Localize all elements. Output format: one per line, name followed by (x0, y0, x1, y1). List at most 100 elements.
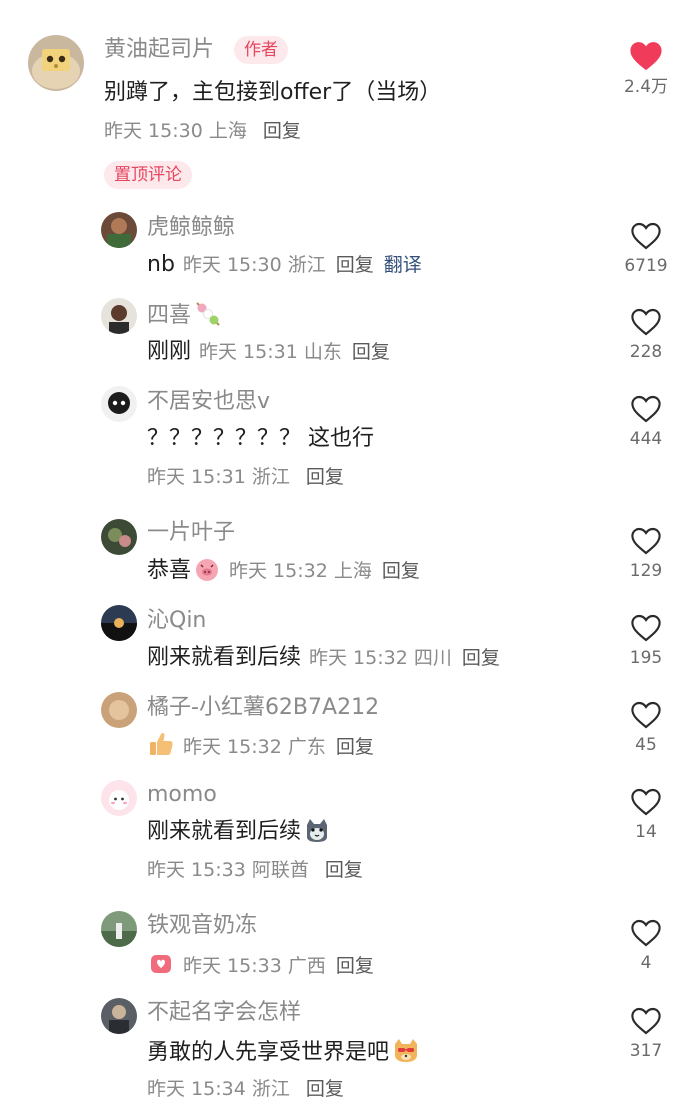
like-count: 2.4万 (623, 77, 669, 97)
reply-button[interactable]: 回复 (462, 647, 500, 669)
comment-text: 刚来就看到后续 (147, 819, 302, 844)
comment-avatar[interactable] (101, 998, 137, 1034)
comment-time: 昨天 15:33 (147, 859, 246, 881)
like-count: 4 (640, 953, 652, 973)
heart-outline-icon (606, 221, 686, 251)
heart-outline-icon (606, 1006, 686, 1036)
comment-username[interactable]: 橘子-小红薯62B7A212 (147, 694, 379, 722)
comment-username[interactable]: 不起名字会怎样 (147, 999, 301, 1027)
like-button[interactable]: 228 (606, 307, 686, 363)
comment-text: 刚刚 (147, 339, 192, 364)
reply-button[interactable]: 回复 (352, 341, 390, 363)
comment-location: 四川 (413, 647, 452, 669)
comment-text: nb (147, 252, 175, 277)
comment-meta: 昨天 15:31 山东 回复 (199, 341, 390, 363)
comment-avatar[interactable] (101, 519, 137, 555)
heart-outline-icon (606, 700, 686, 730)
like-button[interactable]: 444 (606, 394, 686, 450)
like-count: 317 (629, 1041, 663, 1061)
author-avatar[interactable] (28, 35, 84, 91)
comment-username[interactable]: 四喜 (147, 301, 223, 330)
like-button[interactable]: 317 (606, 1006, 686, 1062)
comment-time: 昨天 15:30 (182, 254, 282, 276)
comment-username[interactable]: momo (147, 781, 217, 809)
comment-text-row: 昨天 15:32 广东 回复 (147, 730, 374, 762)
heart-outline-icon (606, 918, 686, 948)
comment-text-row: 刚来就看到后续 (147, 817, 331, 847)
reply-button[interactable]: 回复 (325, 859, 363, 881)
comment-meta: 昨天 15:30 浙江 回复 翻译 (183, 254, 422, 276)
like-button[interactable]: 14 (606, 787, 686, 843)
heart-fist-emoji-icon (147, 949, 175, 977)
comment-username[interactable]: 一片叶子 (147, 519, 235, 547)
like-button[interactable]: 195 (606, 613, 686, 669)
reply-button[interactable]: 回复 (336, 736, 374, 758)
comment-avatar[interactable] (101, 386, 137, 422)
like-count: 6719 (624, 256, 668, 276)
like-count: 444 (629, 429, 663, 449)
comment-text-row: 勇敢的人先享受世界是吧 (147, 1036, 421, 1068)
comment-location: 浙江 (287, 254, 326, 276)
like-button[interactable]: 45 (606, 700, 686, 756)
comment-username[interactable]: 虎鲸鲸鲸 (147, 214, 235, 242)
cat-emoji-icon (303, 817, 331, 843)
pig-emoji-icon (193, 556, 221, 582)
comment-username[interactable]: 铁观音奶冻 (147, 912, 257, 940)
comment-username[interactable]: 不居安也思v (147, 388, 270, 416)
comment-text: 恭喜 (147, 558, 192, 583)
comment-text-row: 恭喜 昨天 15:32 上海 回复 (147, 556, 420, 586)
author-username[interactable]: 黄油起司片 (104, 36, 214, 64)
pinned-comment-badge: 置顶评论 (104, 161, 192, 189)
reply-button[interactable]: 回复 (336, 955, 374, 977)
comment-location: 阿联酋 (251, 859, 309, 881)
comment-text: 勇敢的人先享受世界是吧 (147, 1040, 390, 1065)
thumbs-up-emoji-icon (147, 730, 175, 758)
author-comment-meta: 昨天 15:30 上海 回复 (104, 118, 301, 144)
comment-meta: 昨天 15:33 广西 回复 (183, 955, 374, 977)
like-count: 45 (635, 735, 657, 755)
comment-location: 上海 (208, 120, 247, 142)
reply-button[interactable]: 回复 (336, 254, 374, 276)
comment-text-row: 刚来就看到后续 昨天 15:32 四川 回复 (147, 643, 500, 673)
reply-button[interactable]: 回复 (306, 1078, 344, 1100)
comment-avatar[interactable] (101, 692, 137, 728)
like-count: 195 (629, 648, 663, 668)
comment-meta: 昨天 15:34 浙江 回复 (147, 1076, 344, 1102)
reply-button[interactable]: 回复 (382, 560, 420, 582)
like-button[interactable]: 129 (606, 526, 686, 582)
comment-text: 刚来就看到后续 (147, 645, 302, 670)
comment-time: 昨天 15:34 (147, 1078, 246, 1100)
comment-location: 山东 (303, 341, 342, 363)
comment-text: ？？？？？？？ 这也行 (147, 426, 374, 451)
like-button[interactable]: 6719 (606, 221, 686, 277)
username-text: 四喜 (147, 303, 192, 328)
comment-location: 广西 (287, 955, 326, 977)
comment-location: 浙江 (251, 466, 290, 488)
comment-meta: 昨天 15:32 上海 回复 (229, 560, 420, 582)
reply-button[interactable]: 回复 (263, 120, 301, 142)
reply-button[interactable]: 回复 (306, 466, 344, 488)
heart-outline-icon (606, 787, 686, 817)
comment-time: 昨天 15:32 (309, 647, 408, 669)
comment-avatar[interactable] (101, 212, 137, 248)
like-button[interactable]: 4 (606, 918, 686, 974)
heart-outline-icon (606, 307, 686, 337)
comment-meta: 昨天 15:32 四川 回复 (309, 647, 500, 669)
author-like-button[interactable]: 2.4万 (606, 40, 686, 98)
comment-location: 上海 (333, 560, 372, 582)
heart-outline-icon (606, 613, 686, 643)
comment-avatar[interactable] (101, 298, 137, 334)
author-badge: 作者 (234, 36, 288, 64)
comment-username[interactable]: 沁Qin (147, 607, 206, 635)
translate-button[interactable]: 翻译 (384, 254, 422, 276)
comment-meta: 昨天 15:32 广东 回复 (183, 736, 374, 758)
comment-avatar[interactable] (101, 911, 137, 947)
heart-outline-icon (606, 394, 686, 424)
cool-dog-emoji-icon (391, 1036, 421, 1064)
comment-time: 昨天 15:33 (183, 955, 282, 977)
like-count: 228 (629, 342, 663, 362)
comment-avatar[interactable] (101, 605, 137, 641)
comment-avatar[interactable] (101, 780, 137, 816)
comment-meta: 昨天 15:31 浙江 回复 (147, 464, 344, 490)
comment-time: 昨天 15:31 (199, 341, 298, 363)
